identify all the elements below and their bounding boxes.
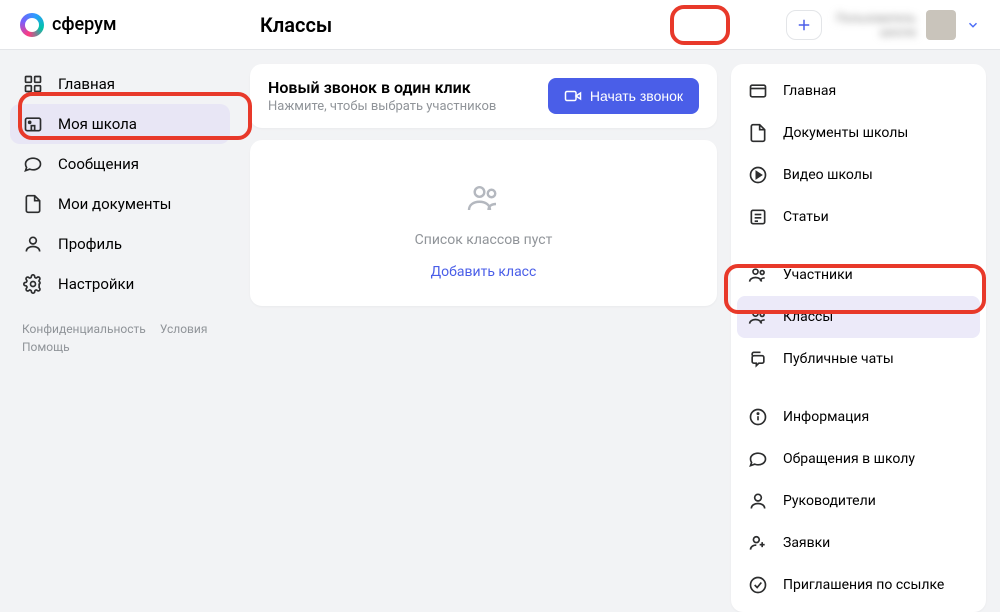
play-icon bbox=[747, 164, 769, 186]
call-button-label: Начать звонок bbox=[590, 88, 683, 104]
rp-item-label: Классы bbox=[783, 309, 833, 325]
video-icon bbox=[564, 87, 582, 105]
rp-item-label: Статьи bbox=[783, 209, 829, 225]
rp-item-managers[interactable]: Руководители bbox=[731, 480, 986, 522]
rp-item-label: Участники bbox=[783, 267, 853, 283]
footer-terms[interactable]: Условия bbox=[160, 322, 208, 336]
user-name: Пользователь школа bbox=[836, 11, 916, 39]
sidebar-item-messages[interactable]: Сообщения bbox=[10, 144, 230, 184]
rp-item-docs[interactable]: Документы школы bbox=[731, 112, 986, 154]
add-class-link[interactable]: Добавить класс bbox=[431, 264, 537, 280]
chevron-down-icon bbox=[966, 18, 980, 32]
article-icon bbox=[747, 206, 769, 228]
rp-item-info[interactable]: Информация bbox=[731, 396, 986, 438]
sidebar-item-settings[interactable]: Настройки bbox=[10, 264, 230, 304]
logo[interactable]: сферум bbox=[20, 13, 260, 37]
people-icon bbox=[462, 180, 506, 216]
call-title: Новый звонок в один клик bbox=[268, 78, 496, 97]
page-title: Классы bbox=[260, 13, 786, 37]
rp-item-label: Публичные чаты bbox=[783, 351, 894, 367]
rp-item-articles[interactable]: Статьи bbox=[731, 196, 986, 238]
settings-icon bbox=[22, 273, 44, 295]
rp-item-label: Приглашения по ссылке bbox=[783, 577, 944, 593]
user-block[interactable]: Пользователь школа bbox=[836, 10, 980, 40]
sidebar-item-label: Главная bbox=[58, 75, 115, 93]
classes-icon bbox=[747, 306, 769, 328]
rp-item-invites[interactable]: Приглашения по ссылке bbox=[731, 564, 986, 606]
rp-item-label: Главная bbox=[783, 83, 836, 99]
rp-item-chats[interactable]: Публичные чаты bbox=[731, 338, 986, 380]
grid-icon bbox=[22, 73, 44, 95]
empty-state: Список классов пуст Добавить класс bbox=[250, 140, 717, 306]
manager-icon bbox=[747, 490, 769, 512]
rp-item-appeals[interactable]: Обращения в школу bbox=[731, 438, 986, 480]
link-icon bbox=[747, 574, 769, 596]
sidebar-item-label: Сообщения bbox=[58, 155, 139, 173]
rp-item-classes[interactable]: Классы bbox=[737, 296, 980, 338]
requests-icon bbox=[747, 532, 769, 554]
sidebar-item-label: Моя школа bbox=[58, 115, 137, 133]
sidebar-item-label: Мои документы bbox=[58, 195, 171, 213]
logo-icon bbox=[20, 13, 44, 37]
header: сферум Классы Пользователь школа bbox=[0, 0, 1000, 50]
message-icon bbox=[747, 448, 769, 470]
rp-item-label: Информация bbox=[783, 409, 869, 425]
sidebar-item-home[interactable]: Главная bbox=[10, 64, 230, 104]
start-call-button[interactable]: Начать звонок bbox=[548, 78, 699, 114]
rp-item-home[interactable]: Главная bbox=[731, 70, 986, 112]
school-icon bbox=[22, 113, 44, 135]
rp-item-label: Документы школы bbox=[783, 125, 908, 141]
rp-item-label: Обращения в школу bbox=[783, 451, 915, 467]
brand-text: сферум bbox=[52, 14, 117, 35]
info-icon bbox=[747, 406, 769, 428]
avatar bbox=[926, 10, 956, 40]
profile-icon bbox=[22, 233, 44, 255]
rp-item-members[interactable]: Участники bbox=[731, 254, 986, 296]
document-icon bbox=[22, 193, 44, 215]
rp-item-label: Руководители bbox=[783, 493, 876, 509]
rp-item-label: Видео школы bbox=[783, 167, 873, 183]
sidebar-item-label: Профиль bbox=[58, 235, 122, 253]
sidebar-item-label: Настройки bbox=[58, 275, 134, 293]
document-icon bbox=[747, 122, 769, 144]
sidebar: Главная Моя школа Сообщения Мои документ… bbox=[0, 50, 240, 567]
add-button[interactable] bbox=[786, 10, 822, 40]
sidebar-footer: Конфиденциальность Условия Помощь bbox=[10, 322, 230, 354]
footer-privacy[interactable]: Конфиденциальность bbox=[22, 322, 146, 336]
sidebar-item-school[interactable]: Моя школа bbox=[10, 104, 230, 144]
empty-text: Список классов пуст bbox=[415, 232, 553, 248]
call-subtitle: Нажмите, чтобы выбрать участников bbox=[268, 99, 496, 114]
chat-icon bbox=[747, 348, 769, 370]
rp-item-label: Заявки bbox=[783, 535, 830, 551]
call-card: Новый звонок в один клик Нажмите, чтобы … bbox=[250, 64, 717, 128]
sidebar-item-documents[interactable]: Мои документы bbox=[10, 184, 230, 224]
message-icon bbox=[22, 153, 44, 175]
rp-item-requests[interactable]: Заявки bbox=[731, 522, 986, 564]
sidebar-item-profile[interactable]: Профиль bbox=[10, 224, 230, 264]
main-content: Новый звонок в один клик Нажмите, чтобы … bbox=[240, 50, 727, 567]
footer-help[interactable]: Помощь bbox=[22, 340, 70, 354]
rp-item-video[interactable]: Видео школы bbox=[731, 154, 986, 196]
home-card-icon bbox=[747, 80, 769, 102]
right-panel: Главная Документы школы Видео школы Стат… bbox=[731, 64, 986, 612]
header-right: Пользователь школа bbox=[786, 10, 980, 40]
members-icon bbox=[747, 264, 769, 286]
plus-icon bbox=[795, 16, 813, 34]
